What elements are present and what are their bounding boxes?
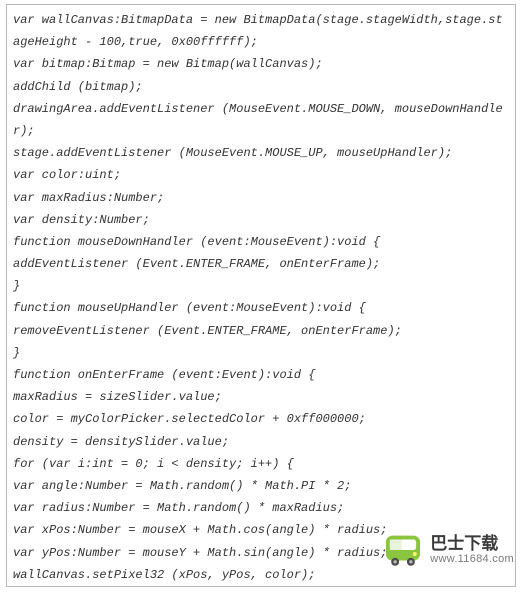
code-line: var wallCanvas:BitmapData = new BitmapDa… (13, 9, 509, 53)
code-line: function onEnterFrame (event:Event):void… (13, 364, 509, 386)
code-line: wallCanvas.setPixel32 (xPos, yPos, color… (13, 564, 509, 586)
code-line: function mouseDownHandler (event:MouseEv… (13, 231, 509, 253)
code-line: var angle:Number = Math.random() * Math.… (13, 475, 509, 497)
code-line: var density:Number; (13, 209, 509, 231)
code-line: var xPos:Number = mouseX + Math.cos(angl… (13, 519, 509, 541)
code-container: var wallCanvas:BitmapData = new BitmapDa… (6, 4, 516, 587)
code-line: density = densitySlider.value; (13, 431, 509, 453)
code-line: var color:uint; (13, 164, 509, 186)
code-line: } (13, 275, 509, 297)
code-line: } (13, 586, 509, 587)
code-line: addChild (bitmap); (13, 76, 509, 98)
code-line: color = myColorPicker.selectedColor + 0x… (13, 408, 509, 430)
code-line: addEventListener (Event.ENTER_FRAME, onE… (13, 253, 509, 275)
code-line: var maxRadius:Number; (13, 187, 509, 209)
code-line: removeEventListener (Event.ENTER_FRAME, … (13, 320, 509, 342)
code-line: drawingArea.addEventListener (MouseEvent… (13, 98, 509, 142)
code-listing: var wallCanvas:BitmapData = new BitmapDa… (13, 9, 509, 587)
code-line: var bitmap:Bitmap = new Bitmap(wallCanva… (13, 53, 509, 75)
code-line: stage.addEventListener (MouseEvent.MOUSE… (13, 142, 509, 164)
code-line: function mouseUpHandler (event:MouseEven… (13, 297, 509, 319)
code-line: var radius:Number = Math.random() * maxR… (13, 497, 509, 519)
code-line: for (var i:int = 0; i < density; i++) { (13, 453, 509, 475)
code-line: maxRadius = sizeSlider.value; (13, 386, 509, 408)
code-line: } (13, 342, 509, 364)
code-line: var yPos:Number = mouseY + Math.sin(angl… (13, 542, 509, 564)
